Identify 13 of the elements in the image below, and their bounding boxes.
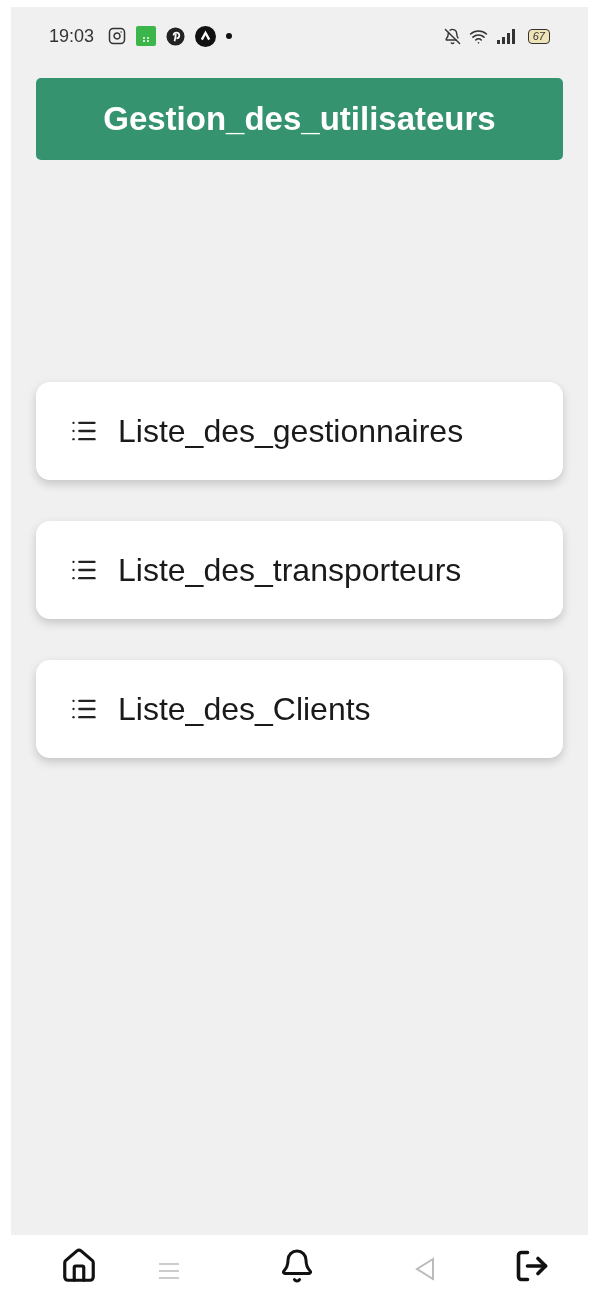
menu-card[interactable]: Liste_des_gestionnaires — [36, 382, 563, 480]
status-time: 19:03 — [49, 24, 95, 48]
caret-up-icon — [195, 25, 217, 47]
menu-card[interactable]: Liste_des_transporteurs — [36, 521, 563, 619]
home-icon[interactable] — [60, 1246, 98, 1285]
bell-off-icon — [443, 27, 461, 45]
camera-icon — [108, 27, 127, 45]
page-title: Gestion_des_utilisateurs — [103, 99, 496, 140]
bell-icon[interactable] — [279, 1247, 315, 1284]
dot-icon — [226, 33, 233, 39]
menu-card[interactable]: Liste_des_Clients — [36, 660, 563, 758]
battery-indicator: 67 — [527, 28, 550, 44]
signal-icon — [495, 28, 516, 44]
